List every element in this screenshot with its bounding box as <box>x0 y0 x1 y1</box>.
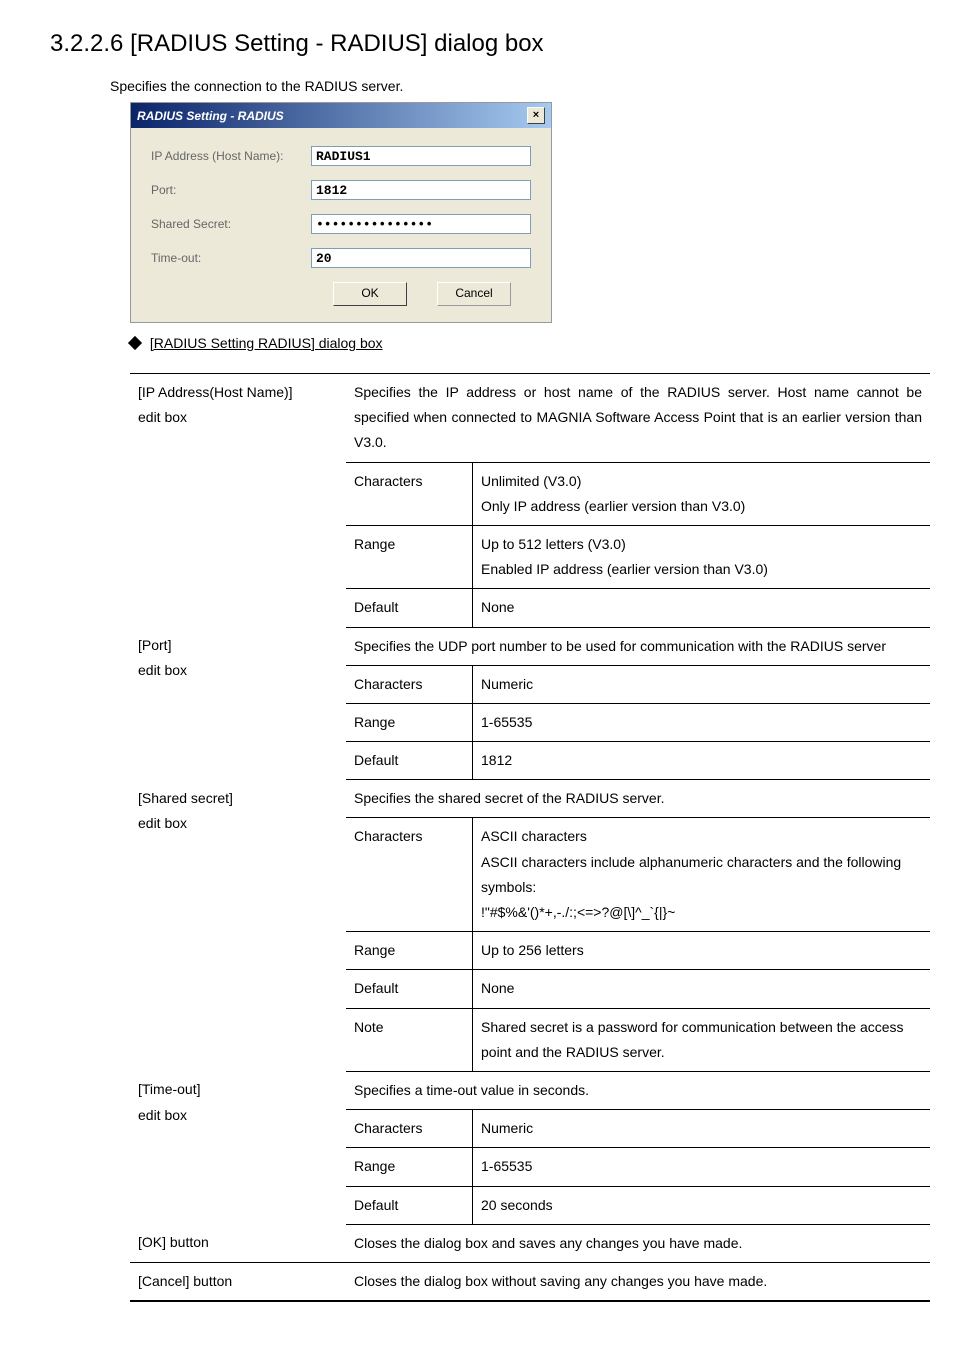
timeout-desc: Specifies a time-out value in seconds. <box>346 1071 930 1109</box>
port-label: Port: <box>151 183 311 197</box>
port-range-label: Range <box>346 703 473 741</box>
port-chars-val: Numeric <box>473 665 931 703</box>
dialog-caption: [RADIUS Setting RADIUS] dialog box <box>130 335 904 351</box>
properties-table: [IP Address(Host Name)] edit box Specifi… <box>130 373 930 1302</box>
cancel-name: [Cancel] button <box>130 1262 346 1301</box>
ip-name: [IP Address(Host Name)] edit box <box>130 374 346 628</box>
ip-default-val: None <box>473 589 931 627</box>
ip-chars-val: Unlimited (V3.0) Only IP address (earlie… <box>473 462 931 525</box>
ip-desc: Specifies the IP address or host name of… <box>346 374 930 463</box>
port-name: [Port] edit box <box>130 627 346 780</box>
secret-range-label: Range <box>346 932 473 970</box>
ip-chars-label: Characters <box>346 462 473 525</box>
timeout-range-label: Range <box>346 1148 473 1186</box>
secret-note-val: Shared secret is a password for communic… <box>473 1008 931 1071</box>
secret-note-label: Note <box>346 1008 473 1071</box>
port-default-val: 1812 <box>473 742 931 780</box>
port-input[interactable] <box>311 180 531 200</box>
timeout-default-val: 20 seconds <box>473 1186 931 1224</box>
port-desc: Specifies the UDP port number to be used… <box>346 627 930 665</box>
secret-chars-label: Characters <box>346 818 473 932</box>
secret-label: Shared Secret: <box>151 217 311 231</box>
secret-default-label: Default <box>346 970 473 1008</box>
intro-text: Specifies the connection to the RADIUS s… <box>110 78 904 94</box>
secret-range-val: Up to 256 letters <box>473 932 931 970</box>
secret-input[interactable] <box>311 214 531 234</box>
timeout-chars-label: Characters <box>346 1110 473 1148</box>
secret-desc: Specifies the shared secret of the RADIU… <box>346 780 930 818</box>
close-icon[interactable]: × <box>527 107 545 124</box>
caption-text: [RADIUS Setting RADIUS] dialog box <box>150 335 383 351</box>
port-default-label: Default <box>346 742 473 780</box>
timeout-default-label: Default <box>346 1186 473 1224</box>
secret-default-val: None <box>473 970 931 1008</box>
timeout-name: [Time-out] edit box <box>130 1071 346 1224</box>
diamond-icon <box>128 336 142 350</box>
ip-label: IP Address (Host Name): <box>151 149 311 163</box>
timeout-label: Time-out: <box>151 251 311 265</box>
ip-range-val: Up to 512 letters (V3.0) Enabled IP addr… <box>473 525 931 588</box>
port-chars-label: Characters <box>346 665 473 703</box>
ok-button[interactable]: OK <box>333 282 407 306</box>
secret-chars-val: ASCII characters ASCII characters includ… <box>473 818 931 932</box>
ip-range-label: Range <box>346 525 473 588</box>
ok-name: [OK] button <box>130 1224 346 1262</box>
radius-dialog: RADIUS Setting - RADIUS × IP Address (Ho… <box>130 102 552 323</box>
ip-default-label: Default <box>346 589 473 627</box>
dialog-title-text: RADIUS Setting - RADIUS <box>137 109 284 123</box>
timeout-input[interactable] <box>311 248 531 268</box>
port-range-val: 1-65535 <box>473 703 931 741</box>
section-title: 3.2.2.6 [RADIUS Setting - RADIUS] dialog… <box>50 30 904 58</box>
timeout-chars-val: Numeric <box>473 1110 931 1148</box>
timeout-range-val: 1-65535 <box>473 1148 931 1186</box>
cancel-desc: Closes the dialog box without saving any… <box>346 1262 930 1301</box>
ip-input[interactable] <box>311 146 531 166</box>
dialog-titlebar: RADIUS Setting - RADIUS × <box>131 103 551 128</box>
cancel-button[interactable]: Cancel <box>437 282 511 306</box>
secret-name: [Shared secret] edit box <box>130 780 346 1072</box>
ok-desc: Closes the dialog box and saves any chan… <box>346 1224 930 1262</box>
